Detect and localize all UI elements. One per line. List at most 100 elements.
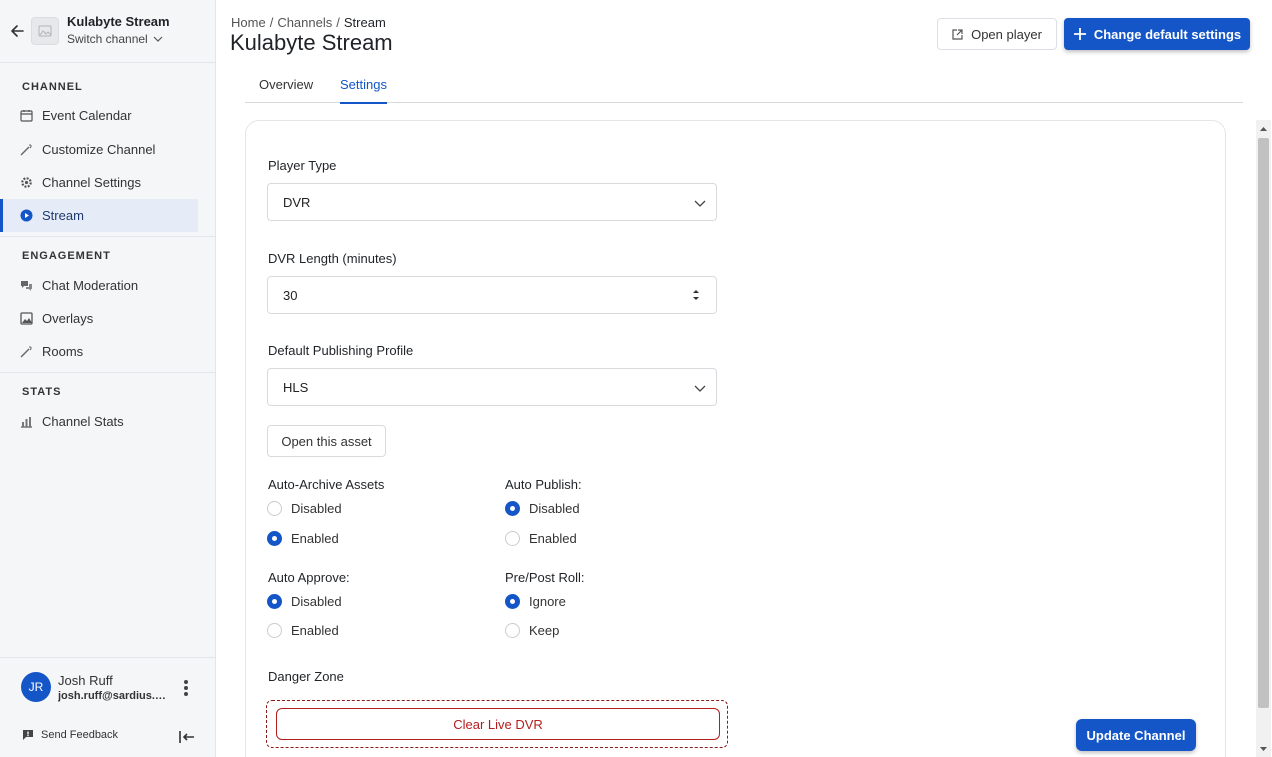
auto-archive-option-disabled[interactable]: Disabled (267, 501, 342, 516)
change-default-settings-button[interactable]: Change default settings (1064, 18, 1250, 50)
breadcrumb-home[interactable]: Home (231, 15, 266, 30)
radio-button[interactable] (267, 501, 282, 516)
sidebar-item-label: Stream (42, 208, 84, 223)
sidebar-item-rooms[interactable]: Rooms (0, 335, 198, 368)
chevron-down-icon (694, 385, 706, 392)
sidebar-divider (0, 236, 215, 237)
breadcrumb-current: Stream (343, 15, 386, 30)
radio-button[interactable] (505, 531, 520, 546)
dvr-length-input[interactable]: 30 (267, 276, 717, 314)
radio-label: Disabled (291, 594, 342, 609)
radio-label: Enabled (291, 623, 339, 638)
calendar-icon (20, 110, 33, 122)
number-stepper-icon[interactable] (692, 288, 700, 302)
open-asset-button[interactable]: Open this asset (267, 425, 386, 457)
channel-name: Kulabyte Stream (67, 14, 170, 29)
auto-archive-option-enabled[interactable]: Enabled (267, 531, 339, 546)
radio-button[interactable] (505, 623, 520, 638)
radio-button-selected[interactable] (505, 594, 520, 609)
send-feedback-link[interactable]: Send Feedback (22, 729, 118, 741)
player-type-value: DVR (283, 194, 311, 210)
user-menu-kebab-icon[interactable] (180, 678, 192, 698)
scroll-thumb[interactable] (1258, 138, 1269, 708)
dvr-length-value: 30 (283, 287, 298, 303)
back-arrow-icon[interactable] (8, 22, 26, 40)
radio-button-selected[interactable] (267, 531, 282, 546)
auto-publish-label: Auto Publish: (505, 477, 582, 492)
section-title-engagement: ENGAGEMENT (22, 250, 111, 262)
section-title-stats: STATS (22, 386, 62, 398)
feedback-icon (23, 730, 33, 740)
breadcrumb-separator: / (336, 15, 340, 30)
sidebar-divider (0, 372, 215, 373)
sidebar-divider (0, 657, 215, 658)
switch-channel-label: Switch channel (67, 32, 148, 46)
sidebar: Kulabyte Stream Switch channel CHANNEL E… (0, 0, 216, 757)
collapse-sidebar-icon[interactable] (178, 729, 196, 745)
auto-approve-option-enabled[interactable]: Enabled (267, 623, 339, 638)
sidebar-item-label: Overlays (42, 311, 94, 326)
image-icon (20, 312, 33, 325)
sidebar-item-channel-settings[interactable]: Channel Settings (0, 166, 198, 199)
page-title: Kulabyte Stream (230, 30, 393, 55)
breadcrumb-channels[interactable]: Channels (277, 15, 332, 30)
auto-archive-label: Auto-Archive Assets (268, 477, 385, 492)
radio-label: Keep (529, 623, 560, 638)
clear-live-dvr-button[interactable]: Clear Live DVR (276, 708, 720, 740)
sidebar-item-event-calendar[interactable]: Event Calendar (0, 99, 198, 132)
sidebar-item-label: Chat Moderation (42, 278, 139, 293)
dvr-length-label: DVR Length (minutes) (268, 251, 397, 266)
auto-publish-option-enabled[interactable]: Enabled (505, 531, 577, 546)
switch-channel-dropdown[interactable]: Switch channel (67, 32, 163, 46)
sidebar-item-label: Customize Channel (42, 142, 156, 157)
danger-zone-label: Danger Zone (268, 669, 344, 684)
scrollbar[interactable] (1256, 120, 1271, 757)
sidebar-item-chat-moderation[interactable]: Chat Moderation (0, 269, 198, 302)
player-type-label: Player Type (268, 158, 337, 173)
radio-label: Disabled (529, 501, 580, 516)
external-link-icon (952, 28, 963, 40)
radio-button-selected[interactable] (267, 594, 282, 609)
breadcrumb: Home / Channels / Stream (231, 15, 386, 30)
player-type-select[interactable]: DVR (267, 183, 717, 221)
change-default-settings-label: Change default settings (1093, 26, 1242, 42)
open-player-button[interactable]: Open player (937, 18, 1057, 50)
user-name: Josh Ruff (58, 673, 113, 688)
radio-label: Enabled (529, 531, 577, 546)
publishing-profile-label: Default Publishing Profile (268, 343, 414, 358)
sidebar-item-channel-stats[interactable]: Channel Stats (0, 405, 198, 438)
sidebar-item-label: Channel Stats (42, 414, 124, 429)
sidebar-item-stream[interactable]: Stream (0, 199, 198, 232)
image-placeholder-icon (38, 25, 52, 37)
pre-post-roll-option-keep[interactable]: Keep (505, 623, 559, 638)
sidebar-item-label: Event Calendar (42, 108, 132, 123)
tab-overview[interactable]: Overview (259, 77, 313, 102)
sidebar-item-label: Channel Settings (42, 175, 142, 190)
publishing-profile-select[interactable]: HLS (267, 368, 717, 406)
radio-button[interactable] (267, 623, 282, 638)
tab-settings[interactable]: Settings (340, 77, 387, 104)
scroll-up-arrow-icon[interactable] (1256, 120, 1271, 136)
plus-icon (1073, 28, 1086, 40)
auto-approve-label: Auto Approve: (268, 570, 350, 585)
scroll-down-arrow-icon[interactable] (1256, 741, 1271, 757)
pre-post-roll-label: Pre/Post Roll: (505, 570, 585, 585)
avatar[interactable]: JR (21, 672, 51, 702)
gear-icon (21, 177, 32, 188)
wand-icon (20, 144, 32, 156)
auto-publish-option-disabled[interactable]: Disabled (505, 501, 580, 516)
sidebar-item-overlays[interactable]: Overlays (0, 302, 198, 335)
pre-post-roll-option-ignore[interactable]: Ignore (505, 594, 566, 609)
radio-label: Enabled (291, 531, 339, 546)
radio-button-selected[interactable] (505, 501, 520, 516)
wand-icon (20, 346, 32, 358)
auto-approve-option-disabled[interactable]: Disabled (267, 594, 342, 609)
radio-label: Disabled (291, 501, 342, 516)
bar-chart-icon (21, 417, 32, 428)
sidebar-item-customize-channel[interactable]: Customize Channel (0, 133, 198, 166)
open-player-label: Open player (971, 26, 1042, 42)
chevron-down-icon (694, 200, 706, 207)
update-channel-button[interactable]: Update Channel (1076, 719, 1196, 751)
publishing-profile-value: HLS (283, 379, 309, 395)
chat-icon (21, 281, 32, 291)
